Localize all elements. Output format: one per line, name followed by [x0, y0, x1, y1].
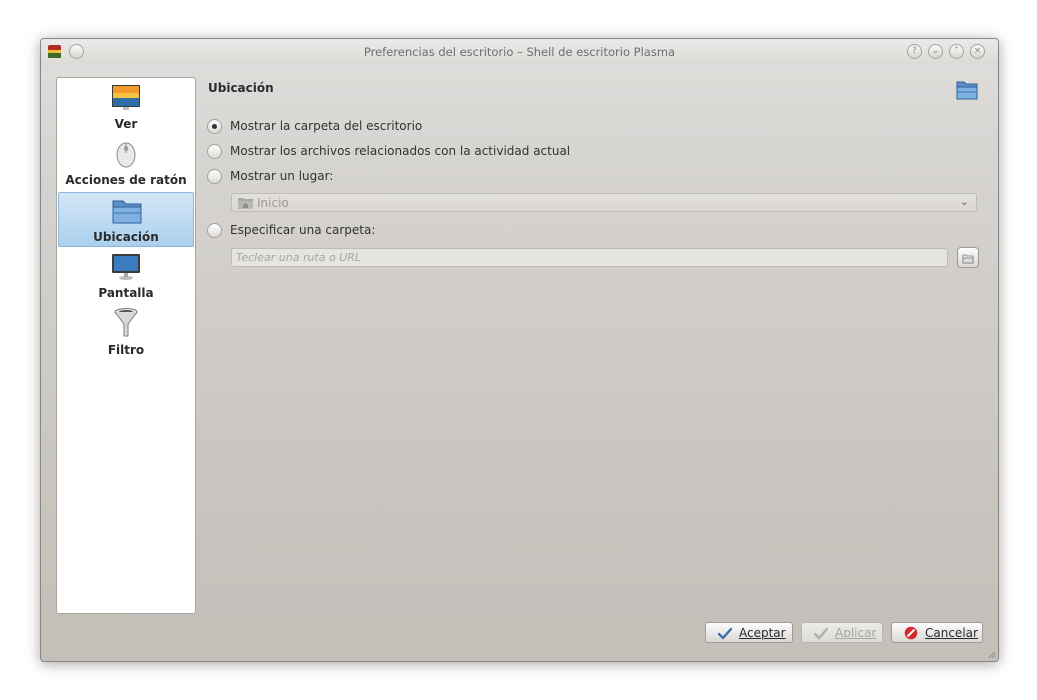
minimize-button[interactable]: ⌄ — [928, 44, 943, 59]
sidebar-item-label: Ver — [114, 117, 138, 131]
radio-checked-dot — [212, 124, 217, 129]
sidebar-item-ubicacion[interactable]: Ubicación — [58, 192, 194, 247]
wallpaper-icon — [112, 85, 140, 110]
ok-button-label: Aceptar — [739, 626, 786, 640]
checkmark-icon — [718, 627, 732, 640]
folder-icon — [112, 200, 142, 224]
monitor-icon — [112, 254, 140, 280]
folder-icon — [956, 81, 978, 100]
close-button[interactable]: × — [970, 44, 985, 59]
sidebar-item-pantalla[interactable]: Pantalla — [58, 249, 194, 304]
section-title: Ubicación — [208, 81, 274, 95]
sidebar-item-label: Filtro — [107, 343, 145, 357]
folder-path-input[interactable] — [231, 248, 948, 267]
home-folder-icon — [238, 198, 253, 209]
radio-button[interactable] — [207, 119, 222, 134]
place-combo-value: Inicio — [257, 196, 289, 210]
radio-label: Mostrar la carpeta del escritorio — [230, 119, 423, 133]
title-bar[interactable]: Preferencias del escritorio – Shell de e… — [41, 39, 998, 65]
preferences-window: Preferencias del escritorio – Shell de e… — [40, 38, 999, 662]
radio-button[interactable] — [207, 144, 222, 159]
cancel-button-label: Cancelar — [925, 626, 978, 640]
apply-button[interactable]: Aplicar — [801, 622, 883, 643]
window-title: Preferencias del escritorio – Shell de e… — [363, 45, 676, 59]
sidebar: Ver Acciones de ratón Ubicación Pantalla… — [56, 77, 196, 614]
radio-label: Especificar una carpeta: — [230, 223, 376, 237]
checkmark-icon — [814, 627, 828, 640]
resize-grip-icon[interactable] — [988, 651, 996, 659]
radio-button[interactable] — [207, 169, 222, 184]
radio-label: Mostrar los archivos relacionados con la… — [230, 144, 571, 158]
cancel-button[interactable]: Cancelar — [891, 622, 983, 643]
mouse-icon — [116, 142, 136, 168]
help-button[interactable]: ? — [907, 44, 922, 59]
sidebar-item-label: Pantalla — [98, 286, 154, 300]
apply-button-label: Aplicar — [835, 626, 877, 640]
place-combo[interactable]: Inicio ⌄ — [231, 193, 977, 212]
radio-label: Mostrar un lugar: — [230, 169, 334, 183]
browse-folder-button[interactable] — [957, 247, 979, 268]
sidebar-item-acciones-de-raton[interactable]: Acciones de ratón — [58, 136, 194, 191]
sidebar-item-label: Ubicación — [93, 230, 159, 244]
radio-button[interactable] — [207, 223, 222, 238]
cancel-icon — [904, 626, 918, 640]
open-file-icon — [962, 254, 974, 264]
funnel-icon — [114, 308, 138, 337]
ok-button[interactable]: Aceptar — [705, 622, 793, 643]
maximize-button[interactable]: ⌃ — [949, 44, 964, 59]
sidebar-item-filtro[interactable]: Filtro — [58, 306, 194, 361]
chevron-down-icon: ⌄ — [959, 195, 969, 208]
sidebar-item-ver[interactable]: Ver — [58, 80, 194, 135]
sidebar-item-label: Acciones de ratón — [65, 173, 187, 187]
